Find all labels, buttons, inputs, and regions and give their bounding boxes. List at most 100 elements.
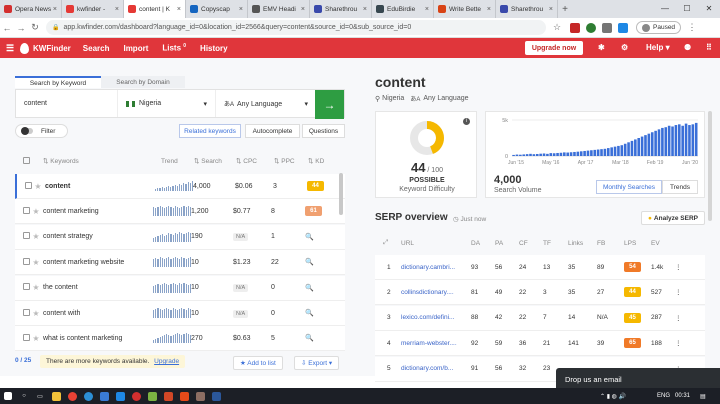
search-icon[interactable]: ○ [16,388,32,404]
chrome-icon[interactable] [64,388,80,404]
new-tab-button[interactable]: + [558,0,572,18]
row-checkbox[interactable] [15,283,30,292]
browser-tab[interactable]: Opera News × [0,0,62,18]
upgrade-link[interactable]: Upgrade [154,358,179,365]
info-icon[interactable]: i [463,118,470,125]
notification-icon[interactable]: ▤ [700,393,706,400]
select-all-checkbox[interactable] [15,156,37,166]
row-menu-icon[interactable]: ⋮ [675,288,682,296]
powerpoint-icon[interactable] [160,388,176,404]
back-icon[interactable]: ← [0,23,14,33]
help-menu[interactable]: Help ▾ [646,43,670,52]
hamburger-icon[interactable]: ☰ [0,43,20,54]
table-scrollbar[interactable] [339,173,343,215]
kd-search-icon[interactable]: 🔍 [305,258,314,266]
opera-icon[interactable] [128,388,144,404]
serp-row[interactable]: 4 merriam-webster.... 92 59 36 21 141 39 65 188 ⋮ [375,331,705,357]
task-view-icon[interactable]: ▭ [32,388,48,404]
table-row[interactable]: ★ what is content marketing 270 $0.63 5 🔍 [15,326,345,352]
table-row[interactable]: ★ content strategy 190 N/A 1 🔍 [15,224,345,250]
extension-grey-icon[interactable] [602,22,612,33]
browser-tab[interactable]: content | K × [124,0,186,18]
browser-tab[interactable]: Copyscap × [186,0,248,18]
favorite-star-icon[interactable]: ★ [29,258,43,267]
extension-abp-icon[interactable] [570,22,580,33]
col-cpc[interactable]: ⇅ CPC [236,157,274,165]
row-checkbox[interactable] [15,257,30,267]
reload-icon[interactable]: ↻ [28,22,42,33]
kd-search-icon[interactable]: 🔍 [305,284,314,292]
drop-us-an-email-widget[interactable]: Drop us an email [556,368,720,390]
store-icon[interactable] [96,388,112,404]
nav-lists[interactable]: Lists 0 [162,43,186,53]
tab-close-icon[interactable]: × [177,6,181,13]
browser-tab[interactable]: kwfinder - × [62,0,124,18]
kd-search-icon[interactable]: 🔍 [305,233,314,241]
url-field[interactable]: 🔒 app.kwfinder.com/dashboard?language_id… [46,20,546,35]
browser-tab[interactable]: EduBirdie × [372,0,434,18]
upgrade-button[interactable]: Upgrade now [525,41,583,55]
profile-button[interactable]: Paused [636,21,682,34]
language-select[interactable]: あA Any Language ▾ [216,90,316,117]
col-da[interactable]: DA [471,240,495,247]
row-checkbox[interactable] [15,232,30,241]
windows-start-icon[interactable] [0,388,16,404]
tab-close-icon[interactable]: × [425,6,429,13]
tab-close-icon[interactable]: × [363,6,367,13]
col-keywords[interactable]: ⇅ Keywords [37,157,161,165]
tray-icons[interactable]: ⌃ ▮ ◍ 🔊 [600,393,626,400]
menu-kebab-icon[interactable]: ⋮ [685,22,699,33]
search-go-button[interactable]: → [315,90,344,119]
col-kd[interactable]: ⇅ KD [308,157,338,165]
analyze-serp-button[interactable]: ● Analyze SERP [641,211,705,225]
row-checkbox[interactable] [15,206,30,216]
table-row[interactable]: ★ content marketing 1,200 $0.77 8 61 [15,199,345,225]
add-to-list-button[interactable]: ★ Add to list [233,356,283,370]
extension-blue-icon[interactable] [618,22,628,33]
export-button[interactable]: ⇩ Export ▾ [294,356,340,370]
app-icon-2[interactable] [176,388,192,404]
panel-scrollbar[interactable] [708,111,712,221]
table-row[interactable]: ★ content 4,000 $0.06 3 44 [15,174,345,199]
nav-import[interactable]: Import [123,44,148,53]
bookmark-star-icon[interactable]: ☆ [550,22,564,33]
browser-tab[interactable]: EMV Headi × [248,0,310,18]
col-ppc[interactable]: ⇅ PPC [274,157,308,165]
col-pa[interactable]: PA [495,240,519,247]
language-indicator[interactable]: ENG [657,393,670,399]
extension-icon[interactable] [586,22,596,33]
tab-related-keywords[interactable]: Related keywords [179,124,241,138]
maximize-icon[interactable]: ☐ [676,0,698,18]
filter-button[interactable]: Filter [15,124,68,138]
favorite-star-icon[interactable]: ★ [29,309,43,318]
browser-tab[interactable]: Sharethrou × [310,0,372,18]
expand-icon[interactable]: ⤢ [375,239,401,247]
row-menu-icon[interactable]: ⋮ [675,263,682,271]
location-select[interactable]: Nigeria ▾ [118,90,216,117]
favorite-star-icon[interactable]: ★ [31,182,45,191]
app-icon-3[interactable] [192,388,208,404]
browser-tab[interactable]: Sharethrou × [496,0,558,18]
serp-url-link[interactable]: collinsdictionary.... [401,289,471,296]
settings-gear-icon[interactable]: ✱ [598,43,605,52]
serp-url-link[interactable]: lexico.com/defini... [401,314,471,321]
tab-close-icon[interactable]: × [115,6,119,13]
close-icon[interactable]: ✕ [698,0,720,18]
kwfinder-logo[interactable]: KWFinder [20,42,71,54]
monthly-searches-button[interactable]: Monthly Searches [596,180,662,194]
serp-url-link[interactable]: merriam-webster.... [401,340,471,347]
nav-history[interactable]: History [200,44,228,53]
row-checkbox[interactable] [15,308,30,318]
tab-search-by-domain[interactable]: Search by Domain [101,76,185,88]
tab-questions[interactable]: Questions [302,124,345,138]
word-icon[interactable] [208,388,224,404]
col-cf[interactable]: CF [519,240,543,247]
favorite-star-icon[interactable]: ★ [29,207,43,216]
tab-search-by-keyword[interactable]: Search by Keyword [15,76,101,88]
nav-search[interactable]: Search [83,44,110,53]
keyword-input[interactable]: content [16,90,118,117]
col-ev[interactable]: EV [651,240,681,247]
row-menu-icon[interactable]: ⋮ [675,339,682,347]
notifications-icon[interactable]: ⚙ [621,43,628,52]
apps-grid-icon[interactable]: ⠿ [706,43,712,52]
